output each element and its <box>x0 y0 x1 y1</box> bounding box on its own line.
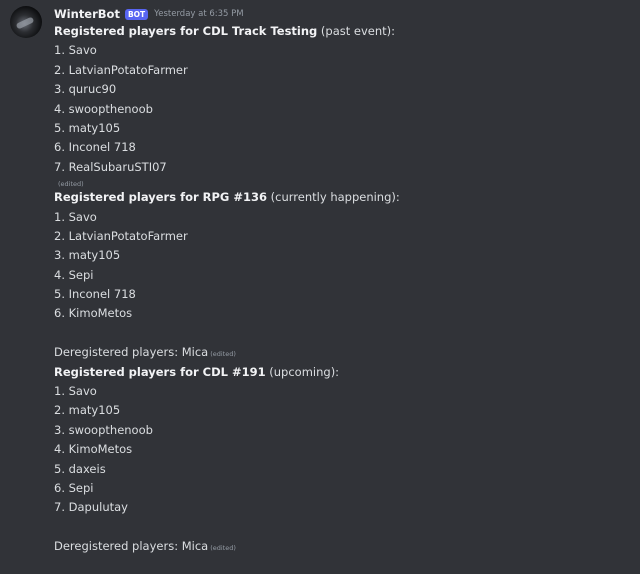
player-list-item: 3. quruc90 <box>54 82 117 97</box>
edited-marker[interactable]: (edited) <box>210 544 236 552</box>
deregistered-text: Deregistered players: Mica <box>54 345 209 360</box>
section-heading: Registered players for RPG #136 (current… <box>54 188 624 207</box>
bot-badge: BOT <box>124 8 149 20</box>
message-timestamp[interactable]: Yesterday at 6:35 PM <box>154 9 243 19</box>
player-list-item: 1. Savo <box>54 209 97 224</box>
section-heading: Registered players for CDL Track Testing… <box>54 22 624 41</box>
player-list-item: 4. KimoMetos <box>54 442 133 457</box>
player-list-item: 1. Savo <box>54 43 97 58</box>
player-list-item: 6. Inconel 718 <box>54 140 136 155</box>
section-heading: Registered players for CDL #191 (upcomin… <box>54 363 624 382</box>
section-heading-suffix: (past event): <box>317 24 396 38</box>
deregistered-text: Deregistered players: Mica <box>54 539 209 554</box>
section-heading-suffix: (currently happening): <box>267 190 400 205</box>
section-heading-suffix: (upcoming): <box>265 364 340 379</box>
edited-marker[interactable]: (edited) <box>58 180 84 188</box>
message-header: WinterBot BOT Yesterday at 6:35 PM <box>54 6 244 22</box>
player-list-item: 2. LatvianPotatoFarmer <box>54 228 188 243</box>
player-list-item: 5. daxeis <box>54 461 106 476</box>
player-list-item: 6. KimoMetos <box>54 306 133 321</box>
player-list-item: 5. maty105 <box>54 120 121 135</box>
player-list-item: 5. Inconel 718 <box>54 287 136 302</box>
player-list-item: 6. Sepi <box>54 480 94 495</box>
player-list-item: 7. Dapulutay <box>54 500 128 515</box>
author-name[interactable]: WinterBot <box>54 7 120 21</box>
section-heading-bold: Registered players for CDL #191 <box>54 364 266 379</box>
deregistered-line: Deregistered players: Mica (edited) <box>54 537 624 556</box>
section-heading-bold: Registered players for RPG #136 <box>54 190 268 205</box>
player-list-item: 1. Savo <box>54 384 97 399</box>
player-list-item: 4. swoopthenoob <box>54 101 153 116</box>
player-list-item: 7. RealSubaruSTI07 <box>54 159 167 174</box>
deregistered-line: Deregistered players: Mica (edited) <box>54 343 624 362</box>
message-content: Registered players for CDL Track Testing… <box>54 22 624 557</box>
player-list-item: 3. swoopthenoob <box>54 422 153 437</box>
edited-marker[interactable]: (edited) <box>210 350 236 358</box>
player-list-item: 2. LatvianPotatoFarmer <box>54 62 188 77</box>
player-list-item: 4. Sepi <box>54 267 94 282</box>
bot-avatar[interactable] <box>10 6 42 38</box>
avatar-image <box>15 16 35 30</box>
section-heading-bold: Registered players for CDL Track Testing <box>54 24 318 38</box>
player-list-item: 3. maty105 <box>54 248 121 263</box>
player-list-item: 2. maty105 <box>54 403 121 418</box>
